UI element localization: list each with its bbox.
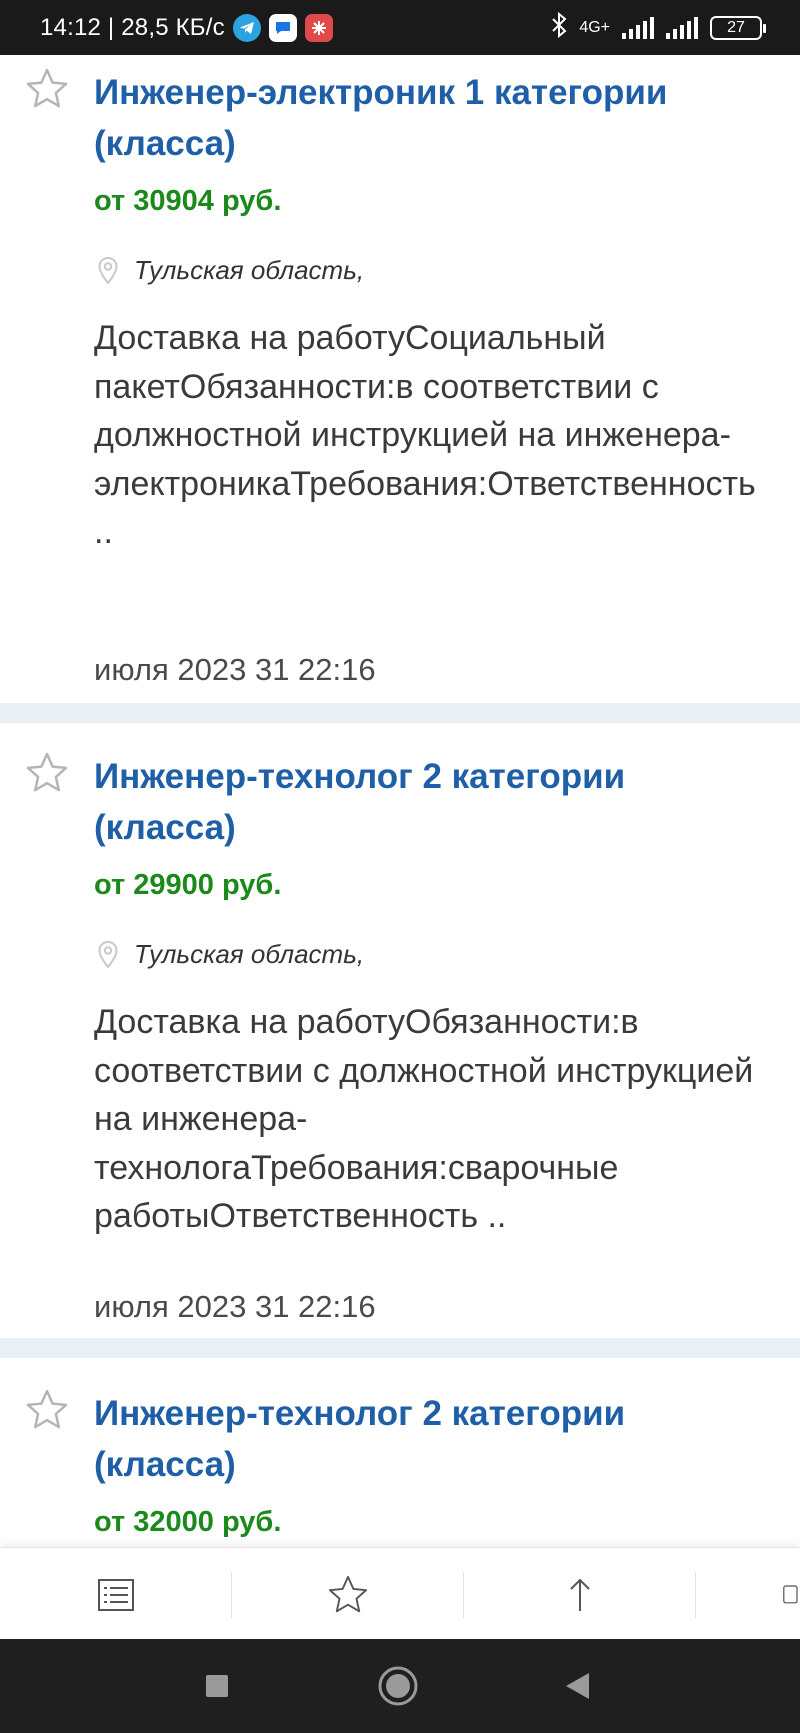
vacancy-location: Тульская область,: [98, 939, 364, 970]
home-circle-icon[interactable]: [376, 1664, 420, 1708]
network-type: 4G+: [579, 18, 610, 36]
location-pin-icon: [98, 940, 118, 969]
location-text: Тульская область,: [134, 939, 365, 969]
signal-icon: [622, 16, 654, 39]
bluetooth-icon: [551, 11, 567, 43]
favorite-star-icon[interactable]: [25, 67, 69, 111]
card-divider: [0, 1338, 800, 1358]
vacancy-title[interactable]: Инженер-технолог 2 категории (класса): [94, 751, 774, 853]
toolbar-separator: [695, 1572, 696, 1618]
status-bar: 14:12 | 28,5 КБ/с 4G+ 27: [0, 0, 800, 55]
scroll-top-arrow-icon[interactable]: [555, 1570, 605, 1620]
back-triangle-icon[interactable]: [555, 1664, 599, 1708]
card-divider: [0, 703, 800, 723]
vacancy-location: Тульская область,: [98, 255, 364, 286]
location-pin-icon: [98, 256, 118, 285]
toolbar-separator: [463, 1572, 464, 1618]
status-time-speed: 14:12 | 28,5 КБ/с: [40, 13, 225, 41]
snowflake-app-icon: [304, 13, 333, 42]
vacancy-title[interactable]: Инженер-электроник 1 категории (класса): [94, 67, 774, 169]
bottom-toolbar: [0, 1547, 800, 1639]
vacancy-date: июля 2023 31 22:16: [94, 1289, 376, 1324]
vacancy-description: Доставка на работуСоциальный пакетОбязан…: [94, 319, 756, 551]
vacancy-date: июля 2023 31 22:16: [94, 652, 376, 687]
vacancy-salary: от 32000 руб.: [94, 1506, 282, 1538]
battery-icon: 27: [710, 15, 766, 40]
telegram-icon: [232, 13, 261, 42]
recents-square-icon[interactable]: [195, 1664, 239, 1708]
copy-icon[interactable]: [782, 1570, 800, 1620]
battery-level: 27: [727, 18, 745, 36]
status-bar-left: 14:12 | 28,5 КБ/с: [40, 13, 333, 42]
toolbar-separator: [231, 1572, 232, 1618]
favorite-star-icon[interactable]: [25, 1388, 69, 1432]
vacancy-description: Доставка на работуОбязанности:в соответс…: [94, 1003, 754, 1235]
favorite-star-icon[interactable]: [25, 751, 69, 795]
vacancy-feed[interactable]: Инженер-электроник 1 категории (класса) …: [0, 55, 800, 1547]
vacancy-salary: от 29900 руб.: [94, 869, 282, 901]
signal-icon-2: [666, 16, 698, 39]
vacancy-card[interactable]: Инженер-технолог 2 категории (класса) от…: [0, 1358, 800, 1547]
vacancy-title[interactable]: Инженер-технолог 2 категории (класса): [94, 1388, 774, 1490]
vacancy-card[interactable]: Инженер-технолог 2 категории (класса) от…: [0, 723, 800, 1324]
list-icon[interactable]: [91, 1570, 141, 1620]
system-navigation-bar: [0, 1639, 800, 1733]
vacancy-salary: от 30904 руб.: [94, 185, 282, 217]
status-bar-right: 4G+ 27: [551, 11, 766, 43]
favorites-star-icon[interactable]: [323, 1570, 373, 1620]
vacancy-card[interactable]: Инженер-электроник 1 категории (класса) …: [0, 55, 800, 703]
messages-icon: [268, 13, 297, 42]
location-text: Тульская область,: [134, 255, 365, 285]
